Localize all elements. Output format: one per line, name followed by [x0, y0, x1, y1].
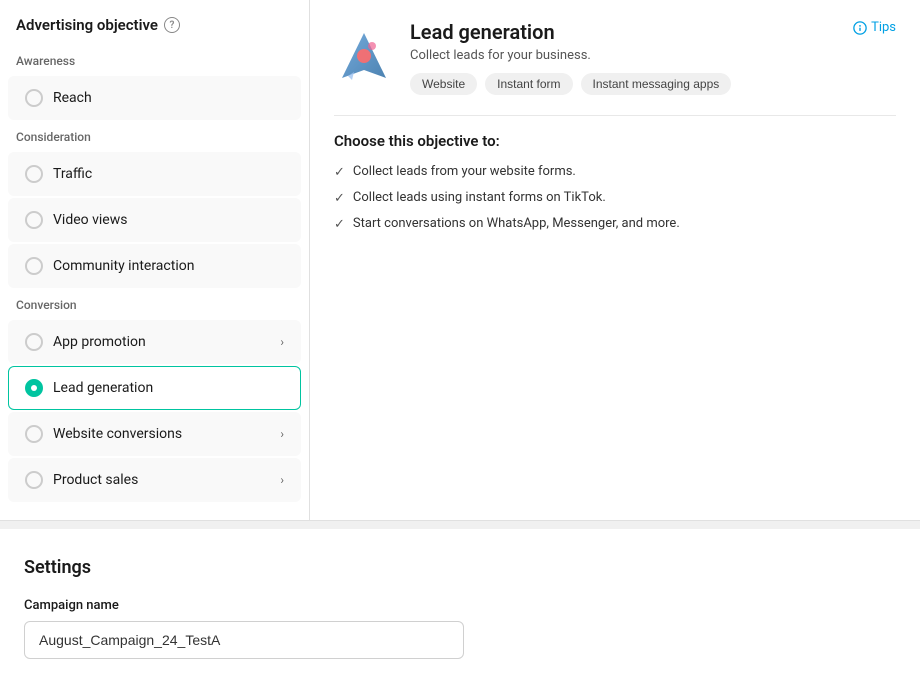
reach-label: Reach [53, 90, 284, 106]
campaign-name-input[interactable] [24, 621, 464, 659]
checklist: ✓ Collect leads from your website forms.… [334, 164, 896, 232]
check-icon-2: ✓ [334, 191, 345, 206]
website-conversions-label: Website conversions [53, 426, 270, 442]
advertising-objective-title: Advertising objective [16, 16, 158, 34]
settings-section: Settings Campaign name [0, 529, 920, 687]
tips-label: Tips [871, 20, 896, 35]
radio-circle-website-conversions [25, 425, 43, 443]
tips-icon [853, 21, 867, 35]
traffic-label: Traffic [53, 166, 284, 182]
objective-title: Lead generation [410, 20, 731, 44]
top-section: Advertising objective ? Awareness Reach … [0, 0, 920, 521]
radio-circle-product-sales [25, 471, 43, 489]
product-sales-label: Product sales [53, 472, 270, 488]
checklist-text-2: Collect leads using instant forms on Tik… [353, 190, 606, 205]
panel-title: Advertising objective ? [0, 16, 309, 46]
checklist-item-3: ✓ Start conversations on WhatsApp, Messe… [334, 216, 896, 232]
tag-row: Website Instant form Instant messaging a… [410, 73, 731, 95]
lead-generation-label: Lead generation [53, 380, 284, 396]
page-container: Advertising objective ? Awareness Reach … [0, 0, 920, 687]
conversion-label: Conversion [0, 290, 309, 318]
radio-circle-app-promotion [25, 333, 43, 351]
radio-app-promotion[interactable]: App promotion › [8, 320, 301, 364]
choose-title: Choose this objective to: [334, 132, 896, 150]
objective-header-left: Lead generation Collect leads for your b… [334, 20, 731, 95]
tag-instant-messaging[interactable]: Instant messaging apps [581, 73, 732, 95]
lead-generation-icon [334, 28, 394, 88]
checklist-item-2: ✓ Collect leads using instant forms on T… [334, 190, 896, 206]
radio-reach[interactable]: Reach [8, 76, 301, 120]
campaign-name-label: Campaign name [24, 598, 896, 613]
radio-circle-traffic [25, 165, 43, 183]
info-icon[interactable]: ? [164, 17, 180, 33]
app-promotion-chevron-icon: › [280, 335, 284, 349]
radio-circle-lead-generation [25, 379, 43, 397]
product-sales-chevron-icon: › [280, 473, 284, 487]
left-panel: Advertising objective ? Awareness Reach … [0, 0, 310, 520]
radio-community-interaction[interactable]: Community interaction [8, 244, 301, 288]
divider [334, 115, 896, 116]
check-icon-3: ✓ [334, 217, 345, 232]
radio-lead-generation[interactable]: Lead generation [8, 366, 301, 410]
consideration-label: Consideration [0, 122, 309, 150]
right-panel: Lead generation Collect leads for your b… [310, 0, 920, 520]
radio-product-sales[interactable]: Product sales › [8, 458, 301, 502]
checklist-text-1: Collect leads from your website forms. [353, 164, 576, 179]
radio-circle-community [25, 257, 43, 275]
radio-circle-reach [25, 89, 43, 107]
check-icon-1: ✓ [334, 165, 345, 180]
tag-website[interactable]: Website [410, 73, 477, 95]
checklist-item-1: ✓ Collect leads from your website forms. [334, 164, 896, 180]
checklist-text-3: Start conversations on WhatsApp, Messeng… [353, 216, 680, 231]
radio-circle-video-views [25, 211, 43, 229]
objective-header: Lead generation Collect leads for your b… [334, 20, 896, 95]
radio-video-views[interactable]: Video views [8, 198, 301, 242]
objective-description: Collect leads for your business. [410, 48, 731, 63]
website-conversions-chevron-icon: › [280, 427, 284, 441]
objective-info: Lead generation Collect leads for your b… [410, 20, 731, 95]
radio-website-conversions[interactable]: Website conversions › [8, 412, 301, 456]
video-views-label: Video views [53, 212, 284, 228]
radio-traffic[interactable]: Traffic [8, 152, 301, 196]
tips-button[interactable]: Tips [853, 20, 896, 35]
settings-title: Settings [24, 557, 896, 578]
community-interaction-label: Community interaction [53, 258, 284, 274]
app-promotion-label: App promotion [53, 334, 270, 350]
tag-instant-form[interactable]: Instant form [485, 73, 572, 95]
awareness-label: Awareness [0, 46, 309, 74]
